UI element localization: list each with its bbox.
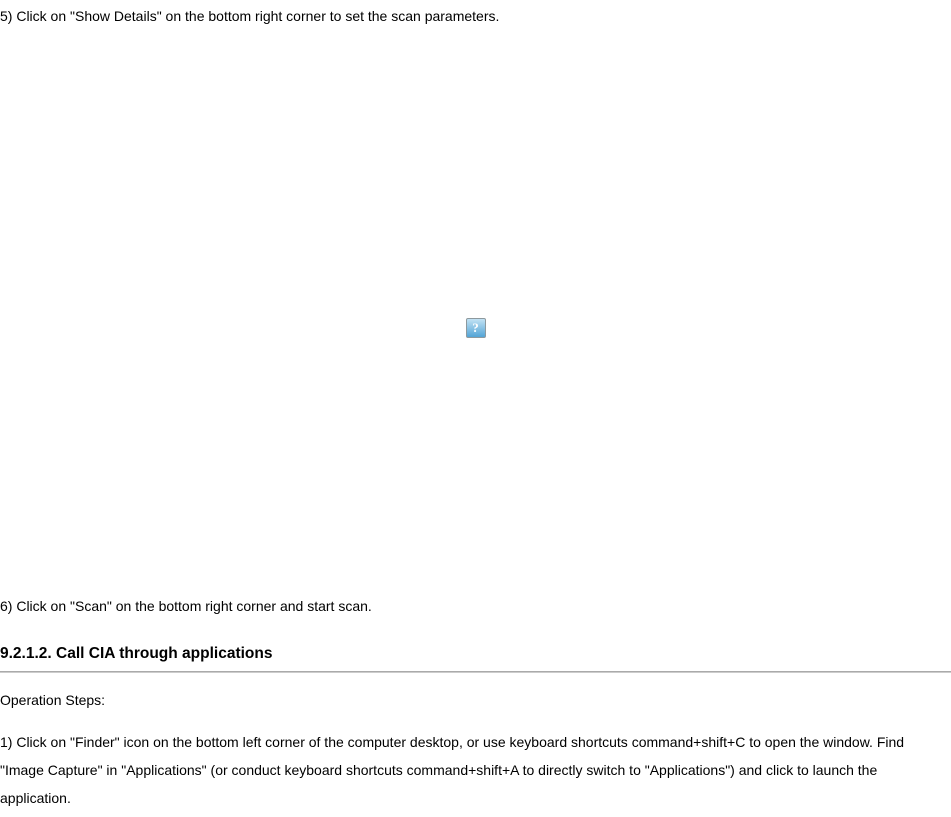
section-heading: 9.2.1.2. Call CIA through applications (0, 642, 951, 667)
question-mark-icon: ? (472, 318, 479, 338)
section-number: 9.2.1.2. (0, 645, 52, 662)
section-title: Call CIA through applications (56, 645, 272, 662)
missing-image-icon: ? (466, 318, 486, 338)
operation-steps-label: Operation Steps: (0, 689, 951, 711)
image-placeholder-container: ? (0, 40, 951, 595)
operation-step-1: 1) Click on "Finder" icon on the bottom … (0, 728, 951, 812)
step-5-text: 5) Click on "Show Details" on the bottom… (0, 5, 951, 28)
section-divider (0, 671, 951, 673)
step-6-text: 6) Click on "Scan" on the bottom right c… (0, 595, 951, 618)
